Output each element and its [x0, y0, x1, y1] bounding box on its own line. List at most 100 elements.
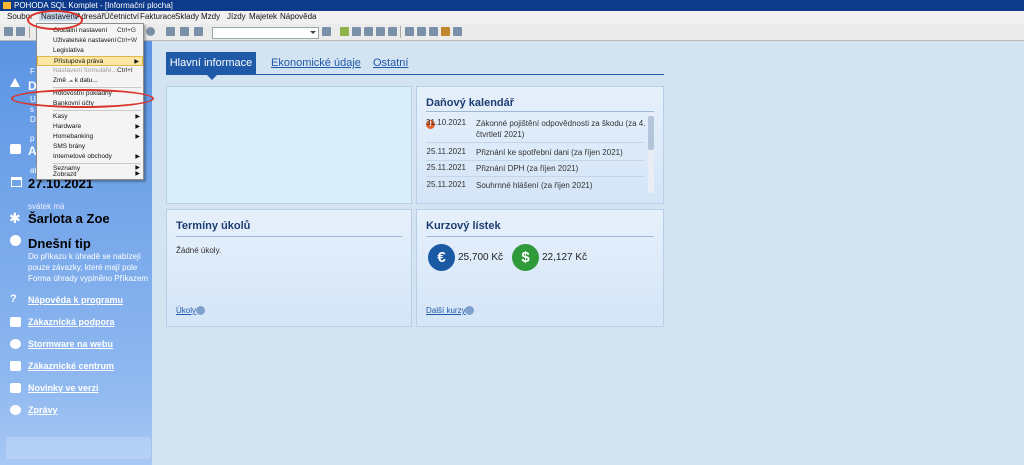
panel-divider [176, 236, 402, 237]
gear-icon: ✱ [9, 210, 21, 226]
sidebar-fragment: F [30, 67, 35, 76]
row-separator [426, 160, 644, 161]
toolbar-button-icon[interactable] [4, 27, 13, 36]
bus-icon [10, 144, 21, 154]
link-customer-center[interactable]: Zákaznické centrum [28, 361, 114, 371]
menu-mzdy[interactable]: Mzdy [201, 12, 220, 21]
toolbar-button-icon[interactable] [194, 27, 203, 36]
toolbar-button-icon[interactable] [16, 27, 25, 36]
title-bar: POHODA SQL Komplet - [Informační plocha] [0, 0, 1024, 11]
menu-item-shortcut: Ctrl+G [117, 27, 136, 34]
tasks-link[interactable]: Úkoly [176, 306, 196, 315]
menu-item-legislation[interactable]: Legislativa [37, 46, 143, 56]
folder-icon[interactable] [322, 27, 331, 36]
toolbar-button-icon[interactable] [352, 27, 361, 36]
info-icon [10, 405, 21, 415]
tab-economic-data[interactable]: Ekonomické údaje [271, 57, 361, 69]
toolbar-button-icon[interactable] [364, 27, 373, 36]
link-web[interactable]: Stormware na webu [28, 339, 113, 349]
toolbar-button-icon[interactable] [146, 27, 155, 36]
toolbar-button-icon[interactable] [388, 27, 397, 36]
menu-item-label: Legislativa [53, 47, 84, 54]
menu-item-label: Uživatelské nastavení [53, 37, 117, 44]
tasks-empty-text: Žádné úkoly. [176, 246, 222, 255]
menu-jizdy[interactable]: Jízdy [227, 12, 246, 21]
calendar-date: 25.11.2021 [426, 147, 466, 156]
eur-rate: 25,700 Kč [458, 252, 504, 263]
globe-icon [10, 339, 21, 349]
arrow-right-icon[interactable] [465, 306, 474, 315]
menu-item-change-date[interactable]: Změnit k datu... [37, 76, 143, 86]
calendar-text: Souhrnné hlášení (za říjen 2021) [476, 181, 593, 190]
menu-separator [53, 87, 141, 88]
menu-item-e-shops[interactable]: Internetové obchody ▶ [37, 152, 143, 162]
menu-item-hardware[interactable]: Hardware ▶ [37, 122, 143, 132]
save-icon[interactable] [166, 27, 175, 36]
sidebar-fragment: s [30, 105, 34, 114]
menu-separator [53, 110, 141, 111]
toolbar-button-icon[interactable] [180, 27, 189, 36]
toolbar-button-icon[interactable] [441, 27, 450, 36]
menu-item-sms-gateways[interactable]: SMS brány [37, 142, 143, 152]
menu-separator [53, 163, 141, 164]
empty-panel [166, 86, 412, 204]
tip-line: Do příkazu k úhradě se nabízejí [28, 252, 141, 261]
calendar-row[interactable]: 25.11.2021 Souhrnné hlášení (za říjen 20… [426, 180, 646, 191]
submenu-arrow-icon: ▶ [135, 154, 140, 160]
calendar-date: 31.10.2021 [426, 118, 467, 127]
calendar-row[interactable]: 25.11.2021 Přiznání DPH (za říjen 2021) [426, 163, 646, 174]
calendar-text: Přiznání DPH (za říjen 2021) [476, 164, 579, 173]
tab-main-info[interactable]: Hlavní informace [166, 52, 256, 80]
menu-item-access-rights[interactable]: Přístupová práva ▶ [37, 56, 143, 66]
namesday-label: svátek má [28, 202, 65, 211]
euro-icon: € [428, 244, 455, 271]
link-news[interactable]: Novinky ve verzi [28, 383, 99, 393]
people-icon [10, 361, 21, 371]
menu-sklady[interactable]: Sklady [175, 12, 199, 21]
calendar-row[interactable]: 31.10.2021 Zákonné pojištění odpovědnost… [426, 118, 646, 140]
tip-line: Forma úhrady vyplněno Příkazem [28, 274, 149, 283]
toolbar-button-icon[interactable] [405, 27, 414, 36]
usd-rate: 22,127 Kč [542, 252, 588, 263]
menu-item-homebanking[interactable]: Homebanking ▶ [37, 132, 143, 142]
link-support[interactable]: Zákaznická podpora [28, 317, 115, 327]
arrow-right-icon[interactable] [196, 306, 205, 315]
calendar-row[interactable]: 25.11.2021 Přiznání ke spotřební dani (z… [426, 147, 646, 158]
menu-item-label: Internetové obchody [53, 153, 112, 160]
tab-other[interactable]: Ostatní [373, 57, 408, 69]
menu-majetek[interactable]: Majetek [249, 12, 277, 21]
home-icon [10, 78, 20, 87]
sidebar-bottom-bar [6, 437, 151, 459]
menu-item-display[interactable]: Zobrazit ▶ [37, 170, 143, 179]
menu-item-label: SMS brány [53, 143, 86, 150]
help-icon[interactable] [453, 27, 462, 36]
submenu-arrow-icon: ▶ [135, 171, 140, 177]
menu-fakturace[interactable]: Fakturace [140, 12, 176, 21]
toolbar-button-icon[interactable] [417, 27, 426, 36]
tip-line: pouze závazky, které mají pole [28, 263, 138, 272]
toolbar-combo[interactable] [212, 27, 319, 39]
submenu-arrow-icon: ▶ [135, 124, 140, 130]
toolbar-separator [29, 26, 30, 38]
more-rates-link[interactable]: Další kurzy [426, 306, 466, 315]
menu-ucetnictvi[interactable]: Účetnictví [104, 12, 139, 21]
menu-item-form-settings[interactable]: Nastavení formuláře... Ctrl+I [37, 66, 143, 76]
pohoda-app-icon [3, 2, 11, 9]
tax-calendar-title: Daňový kalendář [426, 97, 515, 109]
menu-napoveda[interactable]: Nápověda [280, 12, 316, 21]
lightbulb-icon [10, 235, 21, 246]
panel-divider [426, 111, 654, 112]
sidebar-fragment: D [30, 115, 36, 124]
annotation-ring [11, 89, 154, 108]
annotation-ring [27, 10, 83, 30]
toolbar-button-icon[interactable] [340, 27, 349, 36]
calendar-text: Zákonné pojištění odpovědnosti za škodu … [476, 119, 646, 139]
link-messages[interactable]: Zprávy [28, 405, 58, 415]
link-help[interactable]: Nápověda k programu [28, 295, 123, 305]
toolbar-button-icon[interactable] [376, 27, 385, 36]
menu-item-kasy[interactable]: Kasy ▶ [37, 112, 143, 122]
menu-item-shortcut: Ctrl+I [117, 67, 133, 74]
toolbar-button-icon[interactable] [429, 27, 438, 36]
menu-item-user-settings[interactable]: Uživatelské nastavení Ctrl+W [37, 36, 143, 46]
scrollbar-thumb[interactable] [648, 116, 654, 150]
